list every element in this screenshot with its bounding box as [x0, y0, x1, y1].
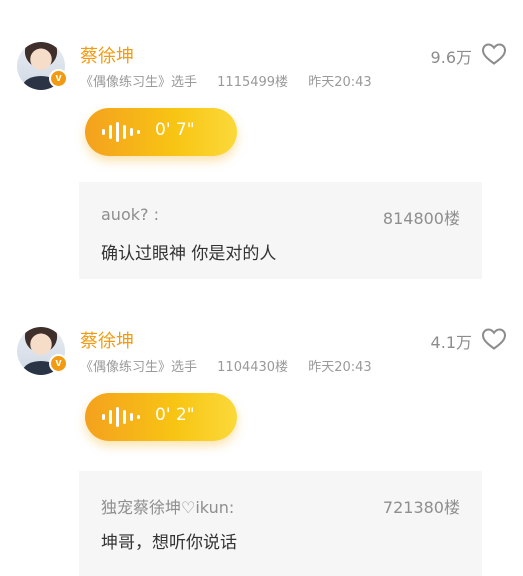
author-name[interactable]: 蔡徐坤	[80, 327, 134, 353]
quoted-text: 确认过眼神 你是对的人	[101, 244, 277, 264]
heart-outline-icon[interactable]	[481, 42, 507, 66]
quoted-floor: 721380楼	[382, 498, 460, 517]
quoted-floor: 814800楼	[382, 209, 460, 228]
quoted-user: 独宠蔡徐坤♡ikun:	[101, 498, 235, 517]
voice-duration: 0' 2"	[155, 405, 195, 425]
author-name[interactable]: 蔡徐坤	[80, 42, 134, 68]
thread-page: v 蔡徐坤 《偶像练习生》选手 1115499楼 昨天20:43 9.6万 0'…	[0, 0, 523, 576]
quoted-text: 坤哥，想听你说话	[101, 533, 237, 553]
quoted-reply[interactable]: auok? : 814800楼 确认过眼神 你是对的人	[79, 182, 482, 279]
voice-message-button[interactable]: 0' 7"	[85, 108, 237, 156]
author-role: 《偶像练习生》选手	[80, 360, 198, 375]
post-time: 昨天20:43	[308, 360, 372, 375]
like-count: 4.1万	[430, 333, 472, 352]
post-time: 昨天20:43	[308, 75, 372, 90]
quoted-reply[interactable]: 独宠蔡徐坤♡ikun: 721380楼 坤哥，想听你说话	[79, 471, 482, 576]
quoted-user: auok? :	[101, 205, 159, 224]
author-role: 《偶像练习生》选手	[80, 75, 198, 90]
floor-number: 1115499楼	[217, 75, 289, 90]
voice-message-button[interactable]: 0' 2"	[85, 393, 237, 441]
sound-wave-icon	[102, 407, 140, 427]
like-count: 9.6万	[430, 48, 472, 67]
sound-wave-icon	[102, 122, 140, 142]
verified-badge-icon: v	[49, 69, 68, 88]
post-meta: 《偶像练习生》选手 1104430楼 昨天20:43	[80, 356, 388, 375]
post-meta: 《偶像练习生》选手 1115499楼 昨天20:43	[80, 71, 388, 90]
verified-badge-icon: v	[49, 354, 68, 373]
voice-duration: 0' 7"	[155, 120, 195, 140]
floor-number: 1104430楼	[217, 360, 289, 375]
heart-outline-icon[interactable]	[481, 327, 507, 351]
